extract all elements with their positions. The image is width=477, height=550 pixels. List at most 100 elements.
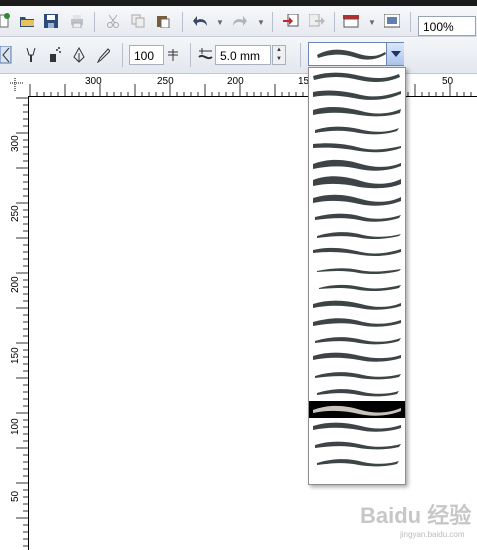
drawing-canvas[interactable] [29, 97, 477, 550]
stroke-preset-preview [313, 248, 401, 257]
stroke-width-field[interactable]: 5.0 mm [215, 45, 271, 65]
stroke-preset-preview [315, 126, 399, 135]
smoothing-slider-icon[interactable] [164, 45, 182, 65]
stroke-preset-item[interactable] [309, 173, 405, 191]
export-icon[interactable] [306, 11, 328, 31]
stroke-preset-item[interactable] [309, 278, 405, 296]
horizontal-ruler[interactable]: 300 250 200 15 50 [28, 74, 477, 97]
stroke-preset-item[interactable] [309, 138, 405, 156]
ruler-origin[interactable] [0, 74, 29, 97]
import-icon[interactable] [280, 11, 302, 31]
application-launcher-dropdown-icon[interactable]: ▼ [368, 18, 376, 27]
open-icon[interactable] [16, 11, 38, 31]
artistic-media-preset-icon[interactable] [0, 45, 12, 65]
vertical-ruler-ticks [16, 97, 28, 547]
ruler-label: 300 [85, 76, 102, 87]
vertical-ruler[interactable]: 300 250 200 150 100 50 [0, 96, 29, 550]
ruler-label: 50 [442, 76, 454, 87]
stroke-preset-item[interactable] [309, 296, 405, 314]
stroke-preset-preview [317, 267, 401, 274]
stroke-preset-item[interactable] [309, 103, 405, 121]
stroke-preset-item[interactable] [309, 383, 405, 401]
ruler-label: 150 [10, 347, 21, 364]
stroke-preset-preview [313, 318, 401, 327]
stroke-preset-preview [315, 441, 401, 450]
stroke-preset-preview [313, 159, 401, 171]
separator [410, 12, 411, 32]
new-icon[interactable] [0, 11, 10, 31]
stroke-preset-preview [313, 194, 401, 206]
ruler-origin-icon [10, 78, 24, 92]
stroke-preset-list[interactable] [308, 67, 406, 485]
stroke-preset-item[interactable] [309, 156, 405, 174]
zoom-level-field[interactable]: 100% [418, 16, 476, 36]
redo-icon[interactable] [228, 11, 250, 31]
stroke-preset-item[interactable] [309, 121, 405, 139]
stroke-preset-item[interactable] [309, 331, 405, 349]
ruler-label: 250 [157, 76, 174, 87]
paste-icon[interactable] [152, 11, 174, 31]
stroke-preset-item[interactable] [309, 208, 405, 226]
stroke-preset-preview [315, 213, 401, 222]
pressure-icon[interactable] [92, 45, 114, 65]
stroke-width-icon [197, 45, 215, 65]
stroke-preset-item[interactable] [309, 68, 405, 86]
stroke-preset-item[interactable] [309, 226, 405, 244]
watermark-logo: Baidu 经验 [360, 503, 472, 528]
print-icon[interactable] [66, 11, 88, 31]
stroke-preset-preview [315, 336, 401, 345]
cut-icon[interactable] [102, 11, 124, 31]
undo-icon[interactable] [190, 11, 212, 31]
sprayer-icon[interactable] [44, 45, 66, 65]
stroke-preset-item[interactable] [309, 400, 405, 418]
stroke-preset-preview [313, 176, 401, 189]
smoothing-field[interactable]: 100 [129, 45, 164, 65]
stroke-preset-item[interactable] [309, 243, 405, 261]
stroke-preset-preview [313, 300, 401, 310]
stroke-preset-item[interactable] [309, 366, 405, 384]
stroke-preset-item[interactable] [309, 313, 405, 331]
stroke-preset-current [317, 49, 386, 60]
brush-icon[interactable] [20, 45, 42, 65]
stroke-preset-preview [315, 371, 401, 380]
separator [182, 12, 183, 32]
stroke-preset-item[interactable] [309, 348, 405, 366]
stroke-preset-preview [313, 107, 401, 117]
standard-toolbar: ▼ ▼ ▼ 100% [0, 6, 477, 37]
separator [334, 12, 335, 32]
ruler-label: 300 [10, 135, 21, 152]
stroke-preset-preview [317, 459, 399, 467]
stroke-preset-item[interactable] [309, 86, 405, 104]
save-icon[interactable] [40, 11, 62, 31]
stroke-preset-preview [313, 405, 401, 416]
ruler-label: 250 [10, 205, 21, 222]
stroke-preset-preview [317, 231, 401, 239]
stroke-preset-dropdown-button[interactable] [386, 43, 404, 65]
ruler-label: 200 [10, 276, 21, 293]
stroke-preset-preview [313, 143, 401, 153]
ruler-label: 100 [10, 418, 21, 435]
calligraphic-icon[interactable] [68, 45, 90, 65]
stroke-preset-preview [319, 285, 401, 292]
separator [300, 43, 301, 67]
welcome-screen-icon[interactable] [381, 11, 403, 31]
separator [122, 43, 123, 67]
stroke-preset-item[interactable] [309, 418, 405, 436]
stroke-preset-item[interactable] [309, 261, 405, 279]
separator [272, 12, 273, 32]
separator [94, 12, 95, 32]
redo-dropdown-icon[interactable]: ▼ [257, 18, 265, 27]
undo-dropdown-icon[interactable]: ▼ [216, 18, 224, 27]
stroke-preset-item[interactable] [309, 191, 405, 209]
copy-icon[interactable] [127, 11, 149, 31]
stroke-width-spinner[interactable]: ▲ ▼ [272, 45, 286, 65]
stroke-preset-items [309, 68, 405, 471]
stroke-preset-item[interactable] [309, 453, 405, 471]
ruler-label: 50 [10, 490, 21, 502]
stroke-preset-preview [313, 72, 400, 83]
stroke-preset-preview [313, 90, 401, 100]
stroke-preset-preview [313, 352, 401, 362]
application-launcher-icon[interactable] [340, 11, 362, 31]
stroke-preset-item[interactable] [309, 436, 405, 454]
chevron-down-icon [390, 51, 401, 57]
